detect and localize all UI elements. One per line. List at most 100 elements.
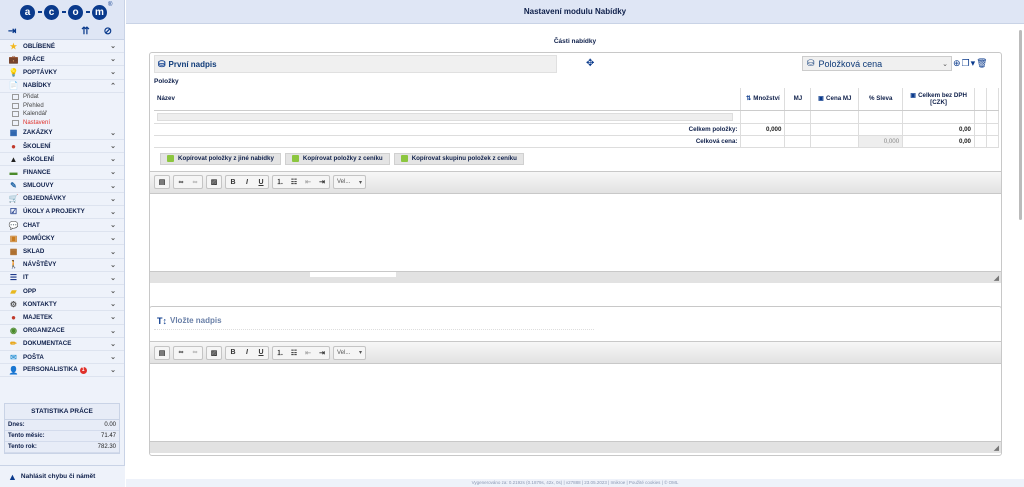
unlink-icon[interactable]: ∞: [188, 176, 202, 188]
bullet-list-icon[interactable]: ☷: [287, 176, 301, 188]
chevron-icon[interactable]: ⌄: [110, 221, 116, 229]
chevron-icon[interactable]: ⌄: [110, 42, 116, 50]
trash-icon[interactable]: 🗑: [976, 58, 987, 69]
link-icon[interactable]: ∞: [174, 347, 188, 359]
sidebar-item[interactable]: 💬 CHAT ⌄: [0, 219, 124, 233]
sidebar-item[interactable]: ▲ eŠKOLENÍ ⌄: [0, 153, 124, 167]
sidebar-item[interactable]: 📄 NABÍDKY ⌃: [0, 80, 124, 93]
numbered-list-icon[interactable]: ⒈: [273, 347, 287, 359]
indent-icon[interactable]: ⇥: [315, 347, 329, 359]
block-title-field[interactable]: T↕ Vložte nadpis: [154, 312, 594, 330]
copy-group-from-pricelist-button[interactable]: Kopírovat skupinu položek z ceníku: [393, 152, 524, 165]
underline-icon[interactable]: U: [254, 176, 268, 188]
sidebar-subitem[interactable]: Nastavení: [0, 118, 124, 127]
chevron-icon[interactable]: ⌄: [110, 366, 116, 374]
link-icon[interactable]: ∞: [174, 176, 188, 188]
sidebar-item[interactable]: ▦ SKLAD ⌄: [0, 245, 124, 259]
chevron-icon[interactable]: ⌄: [110, 195, 116, 203]
indent-icon[interactable]: ⇥: [315, 176, 329, 188]
price-type-select[interactable]: ⛁ Položková cena ⌄: [802, 56, 952, 71]
sidebar-item[interactable]: ▣ POMŮCKY ⌄: [0, 232, 124, 246]
chevron-icon[interactable]: ⌄: [110, 261, 116, 269]
chevron-icon[interactable]: ⌄: [110, 274, 116, 282]
sidebar-item[interactable]: ★ OBLÍBENÉ ⌄: [0, 40, 124, 54]
sidebar-subitem[interactable]: Přidat: [0, 93, 124, 102]
italic-icon[interactable]: I: [240, 176, 254, 188]
col-qty[interactable]: ⇅ Množství: [740, 88, 786, 111]
report-bug-link[interactable]: ▲ Nahlásit chybu či námět: [0, 465, 125, 487]
chevron-icon[interactable]: ⌄: [110, 327, 116, 335]
collapse-all-icon[interactable]: ⇈: [81, 26, 89, 37]
sidebar-item[interactable]: ✏ DOKUMENTACE ⌄: [0, 338, 124, 351]
add-icon[interactable]: ⊕: [953, 58, 961, 69]
block-title-field[interactable]: ⛁ První nadpis: [154, 55, 557, 73]
outdent-icon[interactable]: ⇤: [301, 347, 315, 359]
total-discount-input[interactable]: 0,000: [858, 135, 904, 148]
unlink-icon[interactable]: ∞: [188, 347, 202, 359]
sidebar-item[interactable]: ▬ FINANCE ⌄: [0, 166, 124, 180]
font-size-select[interactable]: Vel... ▾: [333, 175, 366, 189]
chevron-icon[interactable]: ⌄: [110, 68, 116, 76]
sidebar-item[interactable]: ▦ ZAKÁZKY ⌄: [0, 127, 124, 140]
sidebar-item[interactable]: ◉ ORGANIZACE ⌄: [0, 325, 124, 338]
underline-icon[interactable]: U: [254, 347, 268, 359]
sidebar-item[interactable]: ▰ OPP ⌄: [0, 285, 124, 299]
chevron-icon[interactable]: ⌄: [110, 168, 116, 176]
chevron-icon[interactable]: ⌄: [110, 313, 116, 321]
chevron-icon[interactable]: ⌄: [110, 340, 116, 348]
copy-icon[interactable]: ❐: [962, 58, 970, 69]
chevron-icon[interactable]: ⌄: [110, 353, 116, 361]
chevron-icon[interactable]: ⌄: [110, 248, 116, 256]
copy-from-offer-button[interactable]: Kopírovat položky z jiné nabídky: [160, 152, 281, 165]
sidebar-item[interactable]: ● MAJETEK ⌄: [0, 311, 124, 325]
sidebar-item[interactable]: ✎ SMLOUVY ⌄: [0, 180, 124, 193]
sidebar-item[interactable]: ☰ IT ⌄: [0, 272, 124, 285]
item-name-cell[interactable]: [154, 110, 742, 124]
hide-icon[interactable]: ⊘: [104, 26, 112, 37]
resize-handle-icon[interactable]: ◢: [994, 444, 999, 452]
logo[interactable]: a c o m ®: [0, 0, 124, 24]
font-size-select[interactable]: Vel... ▾: [333, 345, 366, 360]
sidebar-subitem[interactable]: Přehled: [0, 101, 124, 110]
logout-icon[interactable]: ⇥: [8, 26, 16, 37]
move-icon[interactable]: ✥: [586, 58, 594, 69]
chevron-icon[interactable]: ⌄: [110, 129, 116, 137]
chevron-icon[interactable]: ⌃: [110, 82, 116, 90]
chevron-icon[interactable]: ⌄: [110, 234, 116, 242]
copy-from-pricelist-button[interactable]: Kopírovat položky z ceníku: [284, 152, 390, 165]
outdent-icon[interactable]: ⇤: [301, 176, 315, 188]
sidebar-item[interactable]: ☑ ÚKOLY A PROJEKTY ⌄: [0, 206, 124, 220]
sidebar-item[interactable]: 💼 PRÁCE ⌄: [0, 53, 124, 67]
sidebar-item-label: ZAKÁZKY: [23, 129, 53, 137]
paste-icon[interactable]: ▤: [155, 176, 169, 188]
bold-icon[interactable]: B: [226, 347, 240, 359]
paste-icon[interactable]: ▤: [155, 347, 169, 359]
chevron-icon[interactable]: ⌄: [110, 182, 116, 190]
sidebar-item[interactable]: 👤 PERSONALISTIKA 1 ⌄: [0, 364, 124, 378]
image-icon[interactable]: ▨: [207, 347, 221, 359]
chevron-icon[interactable]: ⌄: [110, 300, 116, 308]
item-name-input[interactable]: [157, 112, 733, 121]
sidebar-item[interactable]: 💡 POPTÁVKY ⌄: [0, 66, 124, 80]
chevron-icon[interactable]: ⌄: [110, 142, 116, 150]
resize-handle-icon[interactable]: ◢: [994, 274, 999, 282]
sidebar-subitem[interactable]: Kalendář: [0, 110, 124, 119]
bullet-list-icon[interactable]: ☷: [287, 347, 301, 359]
bold-icon[interactable]: B: [226, 176, 240, 188]
sidebar-item[interactable]: 🚶 NÁVŠTĚVY ⌄: [0, 259, 124, 272]
chevron-icon[interactable]: ⌄: [110, 155, 116, 163]
editor-content-area[interactable]: [150, 193, 1001, 271]
chevron-icon[interactable]: ⌄: [110, 208, 116, 216]
sidebar-item[interactable]: 🛒 OBJEDNÁVKY ⌄: [0, 193, 124, 206]
dropdown-icon[interactable]: ▾: [971, 58, 976, 69]
sidebar-item[interactable]: ● ŠKOLENÍ ⌄: [0, 140, 124, 154]
chevron-icon[interactable]: ⌄: [110, 55, 116, 63]
editor-content-area[interactable]: [150, 364, 1001, 441]
sidebar-item[interactable]: ✉ POŠTA ⌄: [0, 351, 124, 365]
numbered-list-icon[interactable]: ⒈: [273, 176, 287, 188]
sidebar-item[interactable]: ⚙ KONTAKTY ⌄: [0, 298, 124, 312]
page-scrollbar[interactable]: [1019, 30, 1022, 220]
image-icon[interactable]: ▨: [207, 176, 221, 188]
italic-icon[interactable]: I: [240, 347, 254, 359]
chevron-icon[interactable]: ⌄: [110, 287, 116, 295]
